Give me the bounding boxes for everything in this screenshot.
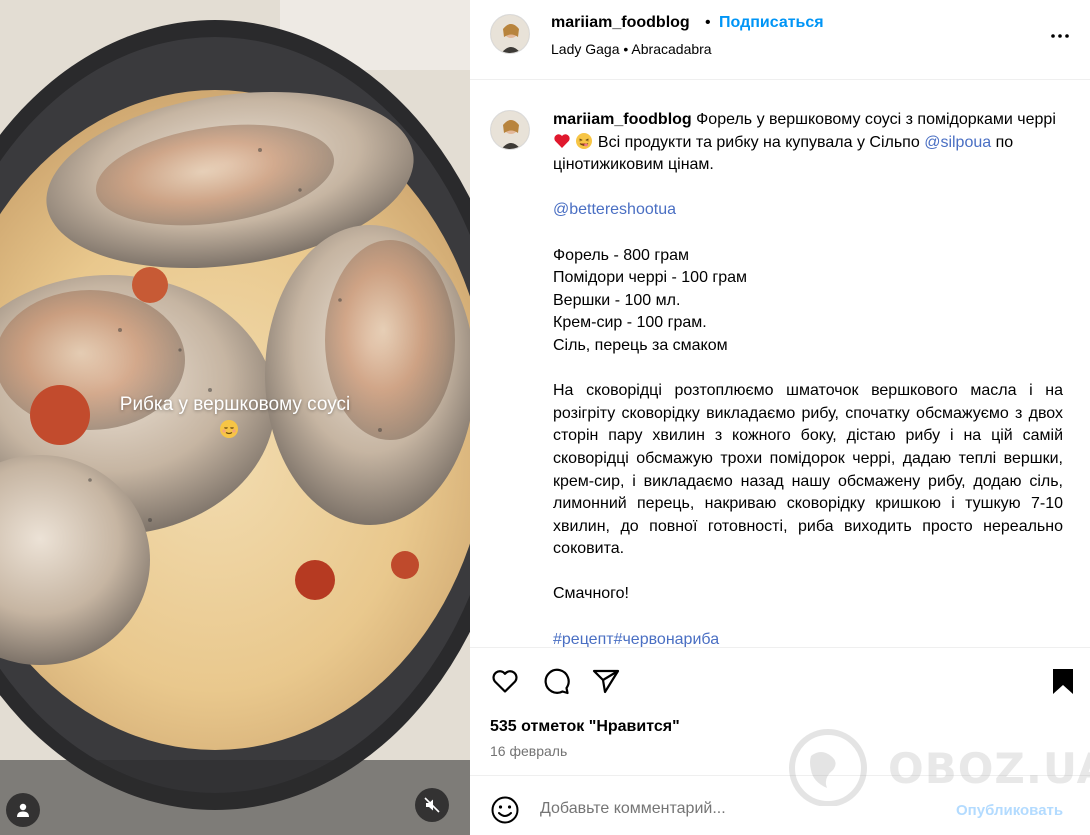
paper-plane-icon[interactable] xyxy=(591,666,621,696)
avatar-image xyxy=(491,111,529,149)
mention-silpoua[interactable]: @silpoua xyxy=(924,134,991,151)
post-actions: 535 отметок "Нравится" 16 февраль xyxy=(470,647,1090,775)
ingredient-line: Форель - 800 грам xyxy=(553,246,689,264)
author-avatar[interactable] xyxy=(490,14,530,54)
audio-attribution[interactable]: Lady Gaga • Abracadabra xyxy=(551,41,712,57)
hashtags[interactable]: #рецепт#червонариба xyxy=(553,629,1063,647)
user-icon xyxy=(17,803,29,817)
avatar-image xyxy=(491,15,529,53)
heart-icon[interactable] xyxy=(490,666,520,696)
food-photo xyxy=(0,0,470,835)
separator-dot: • xyxy=(705,14,711,31)
follow-button[interactable]: Подписаться xyxy=(719,14,824,32)
comment-input[interactable] xyxy=(540,800,940,818)
red-heart-emoji xyxy=(554,133,570,148)
ingredient-line: Помідори черрі - 100 грам xyxy=(553,269,748,287)
speaker-muted-icon xyxy=(424,797,440,813)
post-details-panel: mariiam_foodblog • Подписаться Lady Gaga… xyxy=(470,0,1090,835)
recipe-method: На сковорідці розтоплюємо шматочок вершк… xyxy=(553,382,1063,558)
post-header: mariiam_foodblog • Подписаться Lady Gaga… xyxy=(470,0,1090,80)
caption-intro-a: Форель у вершковому соусі з помідорками … xyxy=(696,111,1056,128)
publish-button[interactable]: Опубликовать xyxy=(956,802,1063,819)
mention-bettereshootua[interactable]: @bettereshootua xyxy=(553,199,1063,222)
relieved-face-emoji xyxy=(220,420,238,438)
likes-count[interactable]: 535 отметок "Нравится" xyxy=(490,718,680,736)
post-caption: mariiam_foodblog Форель у вершковому соу… xyxy=(553,109,1063,647)
comment-composer: Опубликовать xyxy=(470,775,1090,835)
audio-separator: • xyxy=(619,41,632,57)
ingredient-line: Сіль, перець за смаком xyxy=(553,336,728,354)
audio-track: Abracadabra xyxy=(631,41,712,57)
media-overlay-caption: Рибка у вершковому соусі xyxy=(119,394,351,415)
more-options-icon[interactable] xyxy=(1048,24,1072,48)
post-date[interactable]: 16 февраль xyxy=(490,743,567,759)
caption-closing: Смачного! xyxy=(553,585,629,603)
ingredient-line: Вершки - 100 мл. xyxy=(553,291,681,309)
tagged-users-button[interactable] xyxy=(6,793,40,827)
caption-author-avatar[interactable] xyxy=(490,110,530,150)
audio-artist: Lady Gaga xyxy=(551,41,620,57)
yum-face-emoji xyxy=(576,132,593,149)
author-username[interactable]: mariiam_foodblog xyxy=(551,14,690,32)
comment-bubble-icon[interactable] xyxy=(541,666,571,696)
caption-scroll-area[interactable]: mariiam_foodblog Форель у вершковому соу… xyxy=(470,81,1090,647)
caption-intro-b: Всі продукти та рибку на купувала у Сіль… xyxy=(597,133,920,151)
bookmark-icon[interactable] xyxy=(1048,666,1078,696)
caption-username[interactable]: mariiam_foodblog xyxy=(553,111,692,128)
audio-toggle-button[interactable] xyxy=(415,788,449,822)
post-media[interactable]: Рибка у вершковому соусі xyxy=(0,0,470,835)
smiley-icon[interactable] xyxy=(490,795,520,825)
ingredient-line: Крем-сир - 100 грам. xyxy=(553,314,707,332)
